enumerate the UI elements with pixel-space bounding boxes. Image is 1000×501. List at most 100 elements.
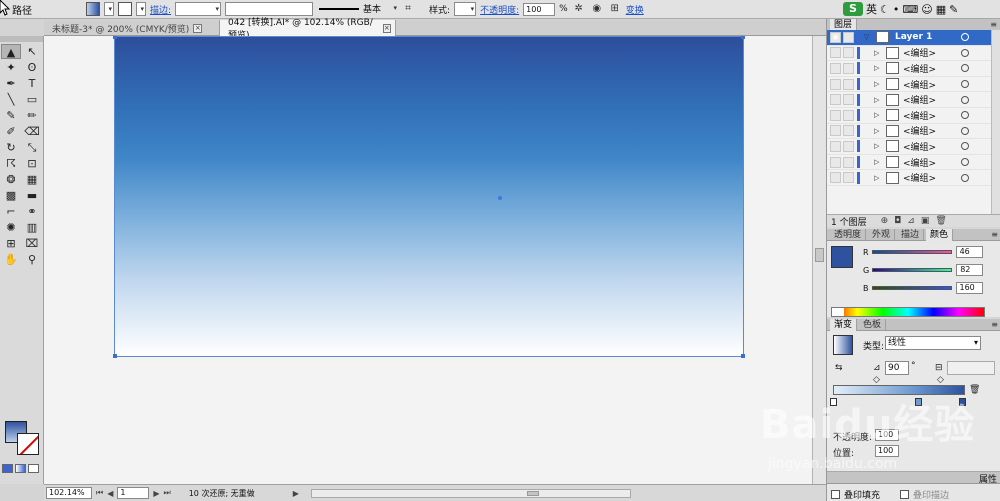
zoom-field[interactable]: 102.14% <box>46 487 92 499</box>
variable-width-dropdown[interactable] <box>225 2 314 16</box>
target-icon[interactable] <box>961 142 969 151</box>
status-menu-icon[interactable]: ▶ <box>293 489 299 498</box>
eye-icon[interactable]: ◉ <box>830 31 841 43</box>
lock-toggle[interactable] <box>843 62 854 74</box>
paintbrush-tool-icon[interactable]: ✎ <box>1 108 21 123</box>
overprint-fill-checkbox[interactable] <box>831 490 840 499</box>
gradient-tool-icon[interactable]: ▬ <box>22 188 42 203</box>
none-mode-icon[interactable] <box>28 464 39 473</box>
global-edit-icon[interactable]: ⌗ <box>401 2 415 16</box>
eye-icon[interactable] <box>830 78 841 90</box>
eye-icon[interactable] <box>830 62 841 74</box>
grid-icon[interactable]: ▦ <box>936 3 946 16</box>
isolate-icon[interactable]: ◉ <box>590 2 604 16</box>
sogou-logo-icon[interactable]: S <box>843 2 863 16</box>
slice-tool-icon[interactable]: ⌧ <box>22 236 42 251</box>
layer-row[interactable]: ▷ <编组> <box>827 77 1000 93</box>
target-icon[interactable] <box>961 64 969 73</box>
stroke-dropdown[interactable]: ▾ <box>136 2 146 16</box>
expand-icon[interactable]: ▷ <box>874 127 884 135</box>
current-color-swatch[interactable] <box>831 246 853 268</box>
layer-row[interactable]: ▷ <编组> <box>827 108 1000 124</box>
stroke-color-swatch[interactable] <box>17 433 39 455</box>
rectangle-tool-icon[interactable]: ▭ <box>22 92 42 107</box>
lock-toggle[interactable] <box>843 125 854 137</box>
warp-tool-icon[interactable]: ☈ <box>1 156 21 171</box>
close-icon[interactable]: × <box>382 23 391 33</box>
layer-row[interactable]: ◉ ▽ Layer 1 <box>827 30 1000 46</box>
recolor-artwork-icon[interactable]: ✲ <box>572 2 586 16</box>
mesh-tool-icon[interactable]: ▩ <box>1 188 21 203</box>
pencil-tool-icon[interactable]: ✏ <box>22 108 42 123</box>
color-mode-icon[interactable] <box>2 464 13 473</box>
panel-menu-icon[interactable]: ≡ <box>991 320 998 329</box>
expand-icon[interactable]: ▷ <box>874 174 884 182</box>
column-graph-tool-icon[interactable]: ▥ <box>22 220 42 235</box>
channel-slider[interactable] <box>871 286 952 290</box>
expand-icon[interactable]: ▷ <box>874 80 884 88</box>
eyedropper-tool-icon[interactable]: ⌐ <box>1 204 21 219</box>
center-point[interactable] <box>498 196 502 200</box>
direct-selection-tool-icon[interactable]: ↖ <box>22 44 42 59</box>
first-artboard-icon[interactable]: ⏮ <box>96 488 103 498</box>
shape-builder-tool-icon[interactable]: ❂ <box>1 172 21 187</box>
artboard-number-field[interactable]: 1 <box>117 487 150 499</box>
fill-swatch[interactable] <box>86 2 100 16</box>
expand-icon[interactable]: ▷ <box>874 142 884 150</box>
delete-layer-icon[interactable]: 🗑 <box>935 216 946 226</box>
lock-toggle[interactable] <box>843 109 854 121</box>
locate-object-icon[interactable]: ⊕ <box>881 216 889 226</box>
magic-wand-tool-icon[interactable]: ✦ <box>1 60 21 75</box>
layers-scrollbar[interactable] <box>991 30 1000 214</box>
lock-toggle[interactable] <box>843 47 854 59</box>
transform-link[interactable]: 变换 <box>626 3 644 16</box>
tab-document-1[interactable]: 未标题-3* @ 200% (CMYK/预览) × <box>44 20 220 36</box>
artboard-tool-icon[interactable]: ⊞ <box>1 236 21 251</box>
panel-menu-icon[interactable]: ≡ <box>991 230 998 239</box>
keyboard-icon[interactable]: ⌨ <box>902 3 918 16</box>
channel-slider[interactable] <box>871 250 952 254</box>
target-icon[interactable] <box>961 111 969 120</box>
collapse-icon[interactable]: ▽ <box>864 33 874 41</box>
expand-icon[interactable]: ▷ <box>874 96 884 104</box>
lock-toggle[interactable] <box>843 172 854 184</box>
target-icon[interactable] <box>961 158 969 167</box>
target-icon[interactable] <box>961 48 969 57</box>
hand-tool-icon[interactable]: ✋ <box>1 252 21 267</box>
line-tool-icon[interactable]: ╲ <box>1 92 21 107</box>
target-icon[interactable] <box>961 126 969 135</box>
gradient-mode-icon[interactable] <box>15 464 26 473</box>
blob-brush-tool-icon[interactable]: ✐ <box>1 124 21 139</box>
ime-lang-toggle[interactable]: 英 <box>866 1 877 17</box>
selection-handle[interactable] <box>113 36 117 39</box>
dot-icon[interactable]: • <box>893 3 900 16</box>
tab-stroke[interactable]: 描边 <box>897 228 925 241</box>
perspective-grid-tool-icon[interactable]: ▦ <box>22 172 42 187</box>
eye-icon[interactable] <box>830 47 841 59</box>
reverse-gradient-icon[interactable]: ⇆ <box>835 363 843 373</box>
scale-tool-icon[interactable]: ⤡ <box>22 140 42 155</box>
selection-handle[interactable] <box>741 36 745 39</box>
channel-slider[interactable] <box>872 268 953 272</box>
eye-icon[interactable] <box>830 109 841 121</box>
tab-attributes[interactable]: 属性 <box>979 472 997 485</box>
lock-toggle[interactable] <box>843 31 854 43</box>
lasso-tool-icon[interactable]: ʘ <box>22 60 42 75</box>
free-transform-tool-icon[interactable]: ⊡ <box>22 156 42 171</box>
eye-icon[interactable] <box>830 94 841 106</box>
brush-definition-dropdown[interactable]: 基本 ▾ <box>317 2 397 16</box>
prev-artboard-icon[interactable]: ◀ <box>107 489 113 498</box>
eye-icon[interactable] <box>830 156 841 168</box>
moon-icon[interactable]: ☾ <box>880 3 890 16</box>
new-layer-icon[interactable]: ▣ <box>921 216 930 226</box>
expand-icon[interactable]: ▷ <box>874 64 884 72</box>
layer-row[interactable]: ▷ <编组> <box>827 92 1000 108</box>
fill-dropdown[interactable]: ▾ <box>104 2 114 16</box>
tab-layers[interactable]: 图层 <box>830 18 858 31</box>
panel-menu-icon[interactable]: ≡ <box>990 20 997 29</box>
tab-transparency[interactable]: 透明度 <box>830 228 867 241</box>
overprint-stroke-checkbox[interactable] <box>900 490 910 499</box>
layer-row[interactable]: ▷ <编组> <box>827 124 1000 140</box>
layer-row[interactable]: ▷ <编组> <box>827 155 1000 171</box>
zoom-tool-icon[interactable]: ⚲ <box>22 252 42 267</box>
